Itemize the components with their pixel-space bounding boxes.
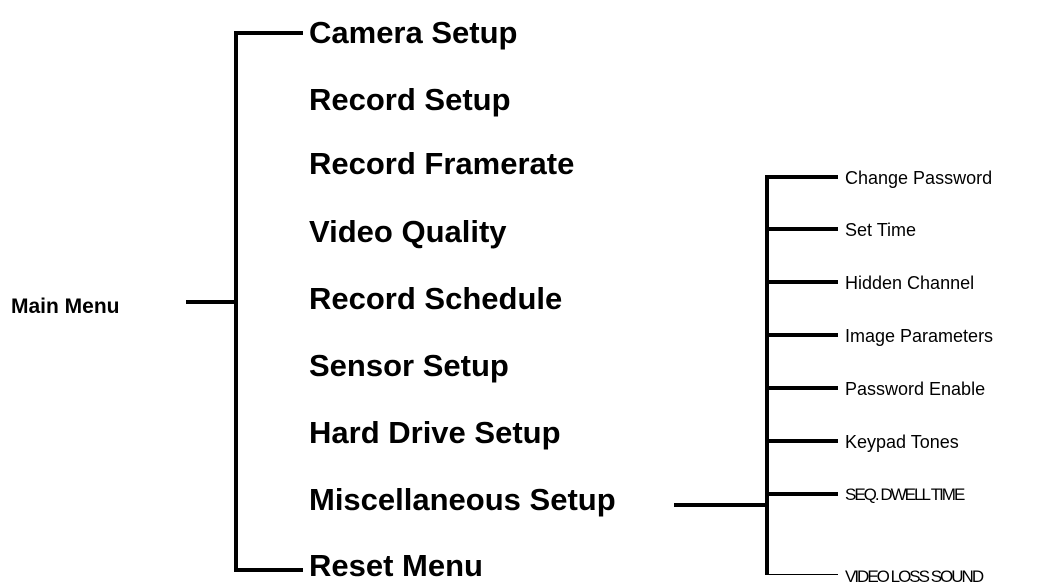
menu-item-camera-setup: Camera Setup [309, 15, 518, 50]
menu-item-record-schedule: Record Schedule [309, 281, 563, 316]
menu-item-sensor-setup: Sensor Setup [309, 348, 509, 383]
menu-item-record-setup: Record Setup [309, 82, 511, 117]
submenu-item-seq-dwell-time: SEQ. DWELL TIME [845, 485, 965, 504]
submenu-item-keypad-tones: Keypad Tones [845, 432, 959, 452]
menu-item-reset-menu: Reset Menu [309, 548, 483, 583]
submenu-item-password-enable: Password Enable [845, 379, 986, 399]
submenu-item-image-parameters: Image Parameters [845, 326, 994, 346]
main-menu-label: Main Menu [11, 295, 120, 318]
menu-item-video-quality: Video Quality [309, 214, 507, 249]
menu-item-record-framerate: Record Framerate [309, 146, 575, 181]
submenu-item-set-time: Set Time [845, 220, 917, 240]
submenu-item-video-loss-sound: VIDEO LOSS SOUND [845, 567, 984, 586]
submenu-item-hidden-channel: Hidden Channel [845, 273, 975, 293]
menu-tree-diagram: Main Menu Camera Setup Record Setup Reco… [0, 0, 1046, 585]
submenu-item-change-password: Change Password [845, 168, 993, 188]
menu-item-hard-drive-setup: Hard Drive Setup [309, 415, 561, 450]
menu-item-miscellaneous-setup: Miscellaneous Setup [309, 482, 616, 517]
